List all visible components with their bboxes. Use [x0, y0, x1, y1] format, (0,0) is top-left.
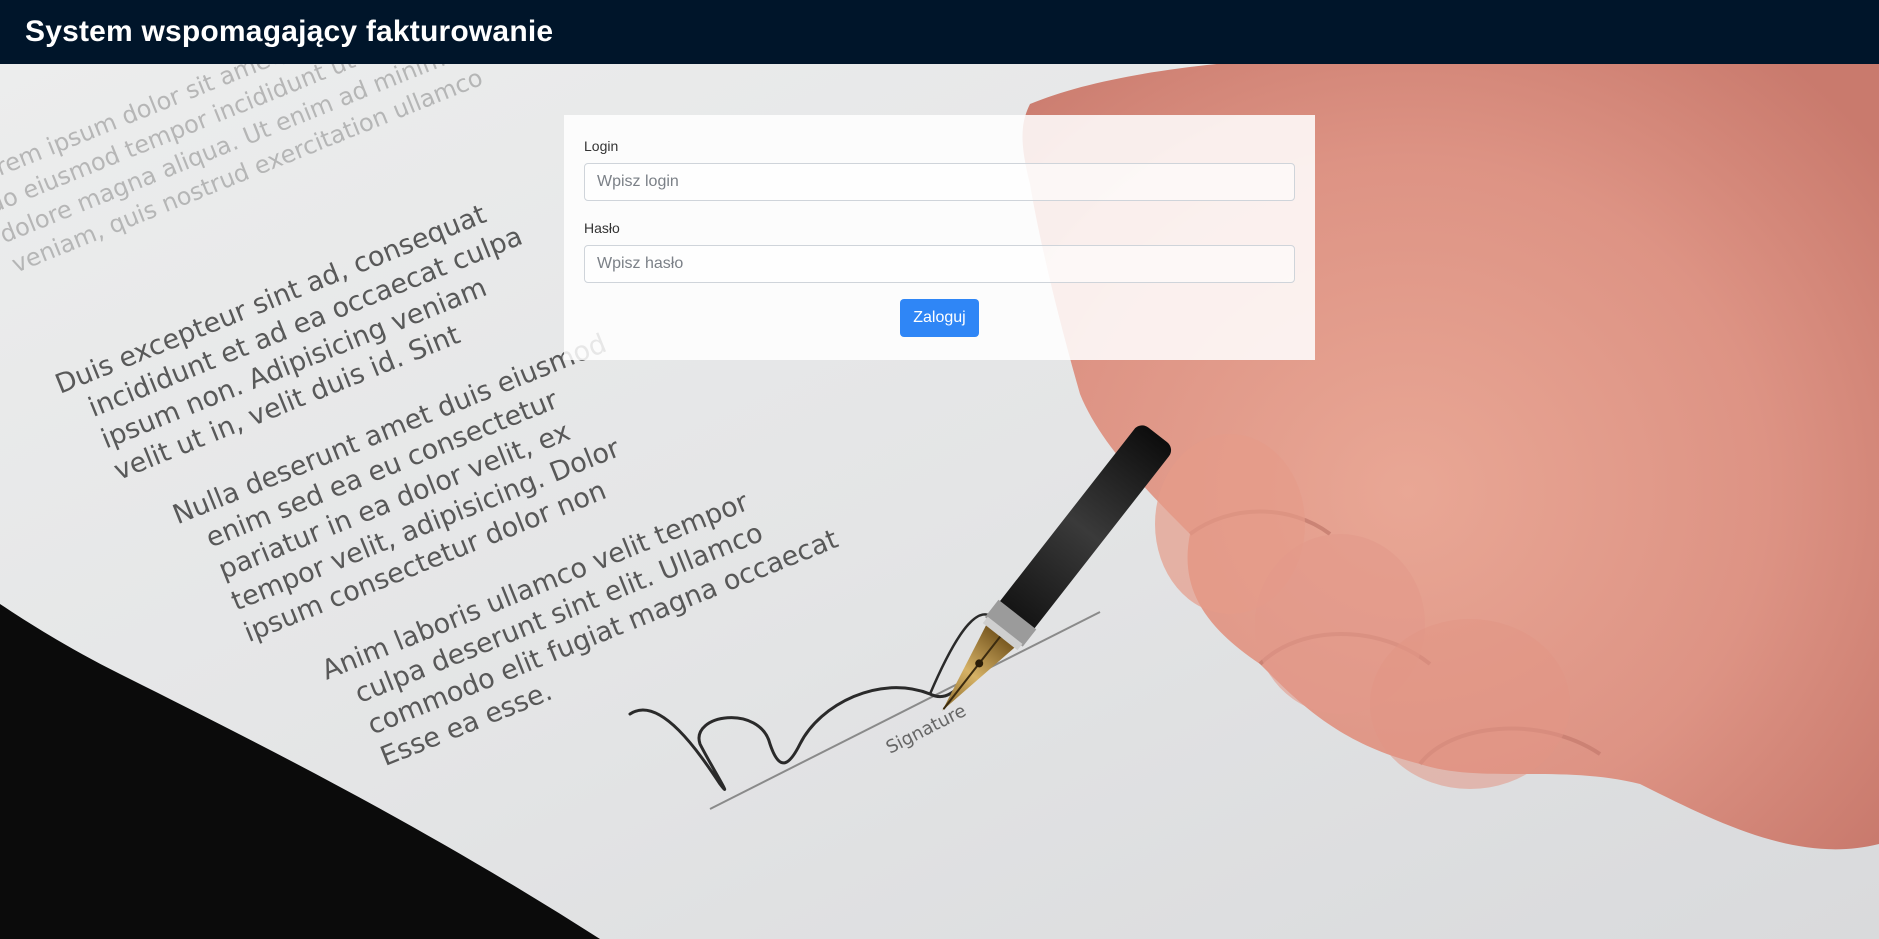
- login-button[interactable]: Zaloguj: [900, 299, 979, 337]
- form-actions: Zaloguj: [584, 299, 1295, 337]
- password-label: Hasło: [584, 220, 620, 236]
- app-title: System wspomagający fakturowanie: [25, 15, 554, 48]
- login-input[interactable]: [584, 163, 1295, 201]
- login-panel: Login Hasło Zaloguj: [564, 115, 1315, 360]
- app-header: System wspomagający fakturowanie: [0, 0, 1879, 64]
- password-input[interactable]: [584, 245, 1295, 283]
- login-label: Login: [584, 138, 619, 154]
